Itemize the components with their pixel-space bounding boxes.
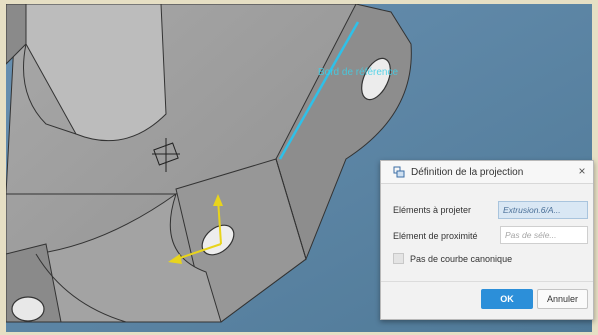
elements-label: Eléments à projeter — [393, 205, 472, 215]
dialog-titlebar[interactable]: Définition de la projection × — [381, 161, 593, 184]
dialog-separator — [381, 281, 593, 282]
canonical-checkbox-row[interactable]: Pas de courbe canonique — [393, 253, 512, 264]
dialog-title: Définition de la projection — [411, 166, 524, 178]
canonical-checkbox[interactable] — [393, 253, 404, 264]
close-icon[interactable]: × — [575, 164, 589, 178]
projection-icon — [393, 166, 405, 178]
projection-dialog: Définition de la projection × Eléments à… — [380, 160, 594, 320]
elements-row: Eléments à projeter — [393, 205, 471, 215]
elements-field[interactable]: Extrusion.6/A... — [498, 201, 588, 219]
ok-button[interactable]: OK — [481, 289, 533, 309]
proximity-field[interactable]: Pas de séle... — [500, 226, 588, 244]
proximity-row: Elément de proximité — [393, 231, 478, 241]
canonical-checkbox-label: Pas de courbe canonique — [410, 253, 513, 264]
proximity-label: Elément de proximité — [393, 231, 478, 241]
cancel-button[interactable]: Annuler — [537, 289, 588, 309]
edge-label: Bord de référence — [318, 67, 399, 78]
